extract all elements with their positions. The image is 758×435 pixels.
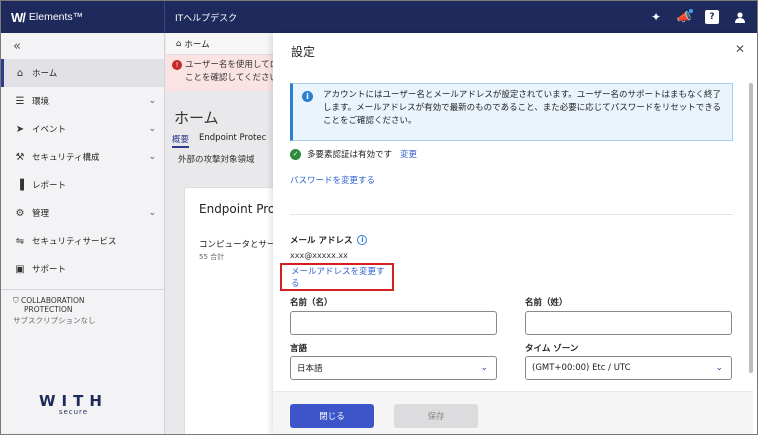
email-change-highlight: メールアドレスを変更する bbox=[280, 263, 394, 291]
sidebar-item-home[interactable]: ⌂ ホーム bbox=[1, 59, 164, 87]
chevron-down-icon: ⌄ bbox=[715, 363, 723, 373]
card-subtitle: コンピュータとサー bbox=[199, 240, 273, 250]
settings-panel: 設定 ✕ i アカウントにはユーザー名とメールアドレスが設定されています。ユーザ… bbox=[273, 33, 757, 434]
gear-icon: ⚙ bbox=[15, 207, 25, 219]
sidebar-item-support[interactable]: ▣ サポート bbox=[1, 255, 164, 283]
help-icon[interactable]: ? bbox=[705, 10, 719, 24]
card-count: 55 合計 bbox=[199, 253, 225, 261]
mfa-text: 多要素認証は有効です bbox=[307, 150, 393, 160]
alert-line-1: ユーザー名を使用してロ bbox=[185, 60, 273, 70]
language-select[interactable]: 日本語 ⌄ bbox=[290, 356, 497, 380]
top-icons: ✦ 📣 ? bbox=[649, 9, 757, 24]
tab-endpoint[interactable]: Endpoint Protec bbox=[199, 133, 266, 148]
info-icon: i bbox=[302, 91, 313, 102]
megaphone-icon[interactable]: 📣 bbox=[677, 9, 693, 24]
user-icon[interactable] bbox=[733, 10, 747, 24]
sidebar-item-label: ホーム bbox=[32, 69, 58, 79]
error-icon: ! bbox=[172, 60, 182, 70]
subtab-attack-surface[interactable]: 外部の攻撃対象領域 bbox=[178, 153, 255, 165]
chevron-down-icon: ⌄ bbox=[148, 152, 156, 162]
sidebar-item-management[interactable]: ⚙ 管理 ⌄ bbox=[1, 199, 164, 227]
collapse-sidebar-icon[interactable]: « bbox=[1, 33, 164, 59]
first-name-input[interactable] bbox=[290, 311, 497, 335]
collaboration-protection[interactable]: ⛉ COLLABORATION PROTECTION サブスクリプションなし bbox=[1, 289, 164, 332]
sidebar-item-security-services[interactable]: ⇋ セキュリティサービス bbox=[1, 227, 164, 255]
sidebar-item-reports[interactable]: ▐ レポート bbox=[1, 171, 164, 199]
timezone-select[interactable]: (GMT+00:00) Etc / UTC ⌄ bbox=[525, 356, 732, 380]
list-icon: ☰ bbox=[15, 95, 25, 107]
brand-name: Elements™ bbox=[28, 11, 84, 23]
last-name-label: 名前（姓） bbox=[525, 298, 568, 308]
brand[interactable]: W/ Elements™ bbox=[1, 1, 165, 33]
organization-name[interactable]: ITヘルプデスク bbox=[165, 11, 649, 24]
endpoint-card: Endpoint Pro コンピュータとサー 55 合計 bbox=[184, 187, 273, 434]
support-icon: ▣ bbox=[15, 263, 25, 275]
collab-title-1: COLLABORATION bbox=[21, 296, 85, 305]
sidebar-item-events[interactable]: ➤ イベント ⌄ bbox=[1, 115, 164, 143]
timezone-label: タイム ゾーン bbox=[525, 344, 579, 354]
first-name-label: 名前（名） bbox=[290, 298, 333, 308]
timezone-value: (GMT+00:00) Etc / UTC bbox=[532, 363, 631, 373]
panel-footer: 閉じる 保存 bbox=[273, 391, 753, 434]
top-bar: W/ Elements™ ITヘルプデスク ✦ 📣 ? bbox=[1, 1, 757, 33]
change-email-link[interactable]: メールアドレスを変更する bbox=[291, 265, 392, 289]
bar-chart-icon: ▐ bbox=[16, 179, 24, 191]
email-label: メール アドレス i bbox=[290, 234, 368, 246]
chevron-down-icon: ⌄ bbox=[480, 363, 488, 373]
chevron-down-icon: ⌄ bbox=[148, 208, 156, 218]
scrollbar[interactable] bbox=[749, 83, 753, 373]
tab-overview[interactable]: 概要 bbox=[172, 133, 190, 148]
breadcrumb-home: ホーム bbox=[184, 39, 210, 50]
sidebar-item-label: セキュリティサービス bbox=[32, 237, 117, 247]
change-password-link[interactable]: パスワードを変更する bbox=[290, 174, 375, 186]
page-title: ホーム bbox=[174, 109, 219, 127]
sidebar-item-label: 環境 bbox=[32, 97, 50, 107]
breadcrumb[interactable]: ⌂ ホーム bbox=[166, 33, 273, 55]
error-banner: !ユーザー名を使用してロ ことを確認してください。 bbox=[166, 55, 273, 91]
check-circle-icon: ✓ bbox=[290, 148, 301, 160]
sidebar-item-label: サポート bbox=[32, 265, 67, 275]
home-icon: ⌂ bbox=[176, 38, 182, 49]
close-icon[interactable]: ✕ bbox=[735, 42, 745, 56]
alert-line-2: ことを確認してください。 bbox=[185, 73, 273, 83]
email-value: xxx@xxxxx.xx bbox=[290, 251, 348, 260]
info-text: アカウントにはユーザー名とメールアドレスが設定されています。ユーザー名のサポート… bbox=[323, 90, 722, 126]
panel-title: 設定 bbox=[291, 45, 316, 59]
sidebar-item-label: セキュリティ構成 bbox=[32, 153, 100, 163]
event-icon: ➤ bbox=[15, 123, 25, 135]
chevron-down-icon: ⌄ bbox=[148, 124, 156, 134]
withsecure-footer-logo: WITH secure bbox=[39, 392, 108, 416]
collab-subscription: サブスクリプションなし bbox=[13, 316, 96, 325]
chevron-down-icon: ⌄ bbox=[148, 96, 156, 106]
language-label: 言語 bbox=[290, 344, 308, 354]
sidebar-item-security-config[interactable]: ⚒ セキュリティ構成 ⌄ bbox=[1, 143, 164, 171]
tools-icon: ⚒ bbox=[15, 151, 25, 163]
divider bbox=[290, 214, 733, 215]
main-content: ⌂ ホーム !ユーザー名を使用してロ ことを確認してください。 ホーム 概要 E… bbox=[166, 33, 273, 434]
sidebar-item-label: レポート bbox=[32, 181, 67, 191]
email-label-text: メール アドレス bbox=[290, 236, 353, 246]
sparkle-icon[interactable]: ✦ bbox=[649, 10, 663, 24]
services-icon: ⇋ bbox=[15, 235, 25, 247]
language-value: 日本語 bbox=[297, 364, 323, 374]
last-name-input[interactable] bbox=[525, 311, 732, 335]
close-button[interactable]: 閉じる bbox=[290, 404, 374, 428]
sidebar: « ⌂ ホーム ☰ 環境 ⌄ ➤ イベント ⌄ ⚒ セキュリティ構成 ⌄ ▐ レ… bbox=[1, 33, 165, 434]
collab-title-2: PROTECTION bbox=[24, 305, 73, 314]
sidebar-item-environment[interactable]: ☰ 環境 ⌄ bbox=[1, 87, 164, 115]
tabs: 概要 Endpoint Protec bbox=[172, 133, 266, 148]
card-title: Endpoint Pro bbox=[199, 202, 273, 216]
mfa-change-link[interactable]: 変更 bbox=[400, 148, 417, 160]
info-icon[interactable]: i bbox=[357, 235, 368, 245]
shield-icon: ⛉ bbox=[13, 296, 22, 305]
save-button[interactable]: 保存 bbox=[394, 404, 478, 428]
withsecure-logo-icon: W/ bbox=[11, 9, 26, 25]
sidebar-item-label: 管理 bbox=[32, 209, 50, 219]
home-icon: ⌂ bbox=[16, 67, 24, 79]
info-banner: i アカウントにはユーザー名とメールアドレスが設定されています。ユーザー名のサポ… bbox=[290, 83, 733, 141]
sidebar-item-label: イベント bbox=[32, 125, 67, 135]
mfa-status: ✓ 多要素認証は有効です 変更 bbox=[290, 148, 417, 160]
